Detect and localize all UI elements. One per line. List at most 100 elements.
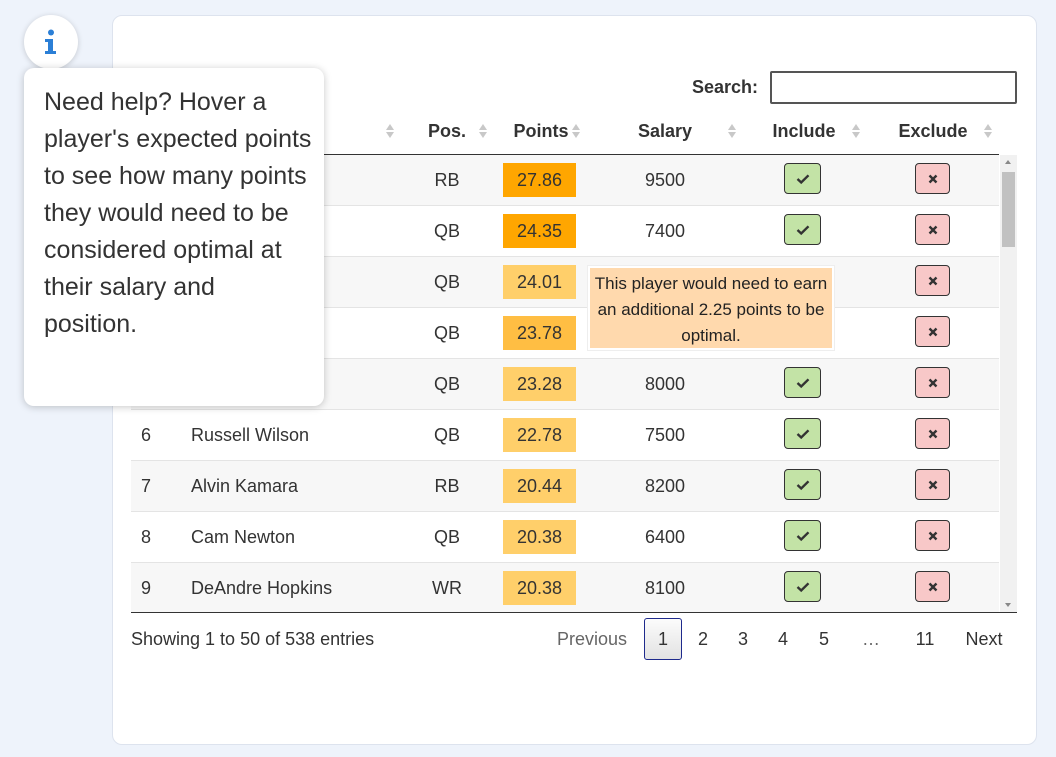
column-header-include[interactable]: Include — [763, 112, 845, 152]
column-header-label: Points — [513, 121, 569, 141]
sort-icon[interactable] — [984, 123, 993, 139]
player-name: DeAndre Hopkins — [191, 578, 333, 598]
column-header-label: Salary — [637, 121, 693, 141]
expected-points[interactable]: 23.28 — [503, 367, 576, 401]
player-position: QB — [433, 221, 460, 241]
player-position: QB — [433, 272, 460, 292]
player-salary: 6400 — [644, 527, 686, 547]
vertical-scrollbar[interactable] — [1000, 155, 1017, 612]
sort-icon[interactable] — [386, 123, 395, 139]
expected-points[interactable]: 24.35 — [503, 214, 576, 248]
help-text: Need help? Hover a player's expected poi… — [44, 88, 312, 338]
exclude-button[interactable] — [915, 163, 950, 194]
scroll-thumb[interactable] — [1002, 172, 1015, 247]
table-row: 7 Alvin Kamara RB 20.44 8200 — [131, 461, 999, 512]
column-header-salary[interactable]: Salary — [626, 112, 704, 152]
player-position: WR — [432, 578, 462, 598]
check-icon — [796, 428, 809, 439]
pagination-next[interactable]: Next — [960, 618, 1008, 660]
table-info: Showing 1 to 50 of 538 entries — [131, 629, 375, 649]
column-header-label: Pos. — [427, 121, 466, 141]
player-salary: 7500 — [644, 425, 686, 445]
player-salary: 9500 — [644, 170, 686, 190]
player-salary: 8100 — [644, 578, 686, 598]
include-button[interactable] — [784, 163, 821, 194]
close-icon — [928, 225, 937, 234]
close-icon — [928, 378, 937, 387]
row-rank: 8 — [141, 527, 152, 547]
column-header-points[interactable]: Points — [506, 112, 576, 152]
player-name: Russell Wilson — [191, 425, 310, 445]
close-icon — [928, 327, 937, 336]
close-icon — [928, 174, 937, 183]
player-salary: 7400 — [644, 221, 686, 241]
expected-points[interactable]: 20.38 — [503, 571, 576, 605]
points-tooltip: This player would need to earn an additi… — [588, 266, 834, 350]
table-row: 9 DeAndre Hopkins WR 20.38 8100 — [131, 563, 999, 612]
close-icon — [928, 582, 937, 591]
expected-points[interactable]: 27.86 — [503, 163, 576, 197]
column-header-label: Include — [772, 121, 836, 141]
column-header-exclude[interactable]: Exclude — [891, 112, 975, 152]
exclude-button[interactable] — [915, 520, 950, 551]
help-button[interactable] — [24, 15, 78, 69]
expected-points[interactable]: 22.78 — [503, 418, 576, 452]
player-position: RB — [434, 476, 460, 496]
include-button[interactable] — [784, 214, 821, 245]
expected-points[interactable]: 20.38 — [503, 520, 576, 554]
column-header-pos[interactable]: Pos. — [421, 112, 473, 152]
check-icon — [796, 224, 809, 235]
player-position: QB — [433, 425, 460, 445]
include-button[interactable] — [784, 367, 821, 398]
include-button[interactable] — [784, 418, 821, 449]
expected-points[interactable]: 24.01 — [503, 265, 576, 299]
check-icon — [796, 173, 809, 184]
info-icon — [45, 29, 56, 54]
close-icon — [928, 480, 937, 489]
check-icon — [796, 530, 809, 541]
include-button[interactable] — [784, 469, 821, 500]
table-row: 6 Russell Wilson QB 22.78 7500 — [131, 410, 999, 461]
exclude-button[interactable] — [915, 571, 950, 602]
exclude-button[interactable] — [915, 367, 950, 398]
check-icon — [796, 377, 809, 388]
player-position: QB — [433, 374, 460, 394]
include-button[interactable] — [784, 520, 821, 551]
sort-icon[interactable] — [479, 123, 488, 139]
exclude-button[interactable] — [915, 214, 950, 245]
search-input[interactable] — [770, 71, 1017, 104]
sort-icon[interactable] — [572, 123, 581, 139]
exclude-button[interactable] — [915, 418, 950, 449]
check-icon — [796, 581, 809, 592]
pagination-page-2[interactable]: 2 — [690, 618, 716, 660]
pagination-page-11[interactable]: 11 — [908, 618, 942, 660]
player-position: QB — [433, 323, 460, 343]
search-label: Search: — [692, 77, 759, 97]
player-salary: 8000 — [644, 374, 686, 394]
player-name: Cam Newton — [191, 527, 296, 547]
pagination-page-3[interactable]: 3 — [730, 618, 756, 660]
check-icon — [796, 479, 809, 490]
expected-points[interactable]: 23.78 — [503, 316, 576, 350]
exclude-button[interactable] — [915, 316, 950, 347]
include-button[interactable] — [784, 571, 821, 602]
expected-points[interactable]: 20.44 — [503, 469, 576, 503]
sort-icon[interactable] — [852, 123, 861, 139]
sort-icon[interactable] — [728, 123, 737, 139]
pagination-page-5[interactable]: 5 — [811, 618, 837, 660]
row-rank: 7 — [141, 476, 152, 496]
table-row: 8 Cam Newton QB 20.38 6400 — [131, 512, 999, 563]
close-icon — [928, 429, 937, 438]
row-rank: 9 — [141, 578, 152, 598]
scroll-up-arrow-icon[interactable] — [1005, 160, 1011, 164]
pagination-previous[interactable]: Previous — [552, 618, 632, 660]
pagination-page-4[interactable]: 4 — [770, 618, 796, 660]
help-popover: Need help? Hover a player's expected poi… — [24, 68, 324, 406]
exclude-button[interactable] — [915, 265, 950, 296]
table-bottom-divider — [131, 612, 1017, 613]
pagination-page-1[interactable]: 1 — [644, 618, 682, 660]
exclude-button[interactable] — [915, 469, 950, 500]
player-salary: 8200 — [644, 476, 686, 496]
scroll-down-arrow-icon[interactable] — [1005, 603, 1011, 607]
close-icon — [928, 276, 937, 285]
